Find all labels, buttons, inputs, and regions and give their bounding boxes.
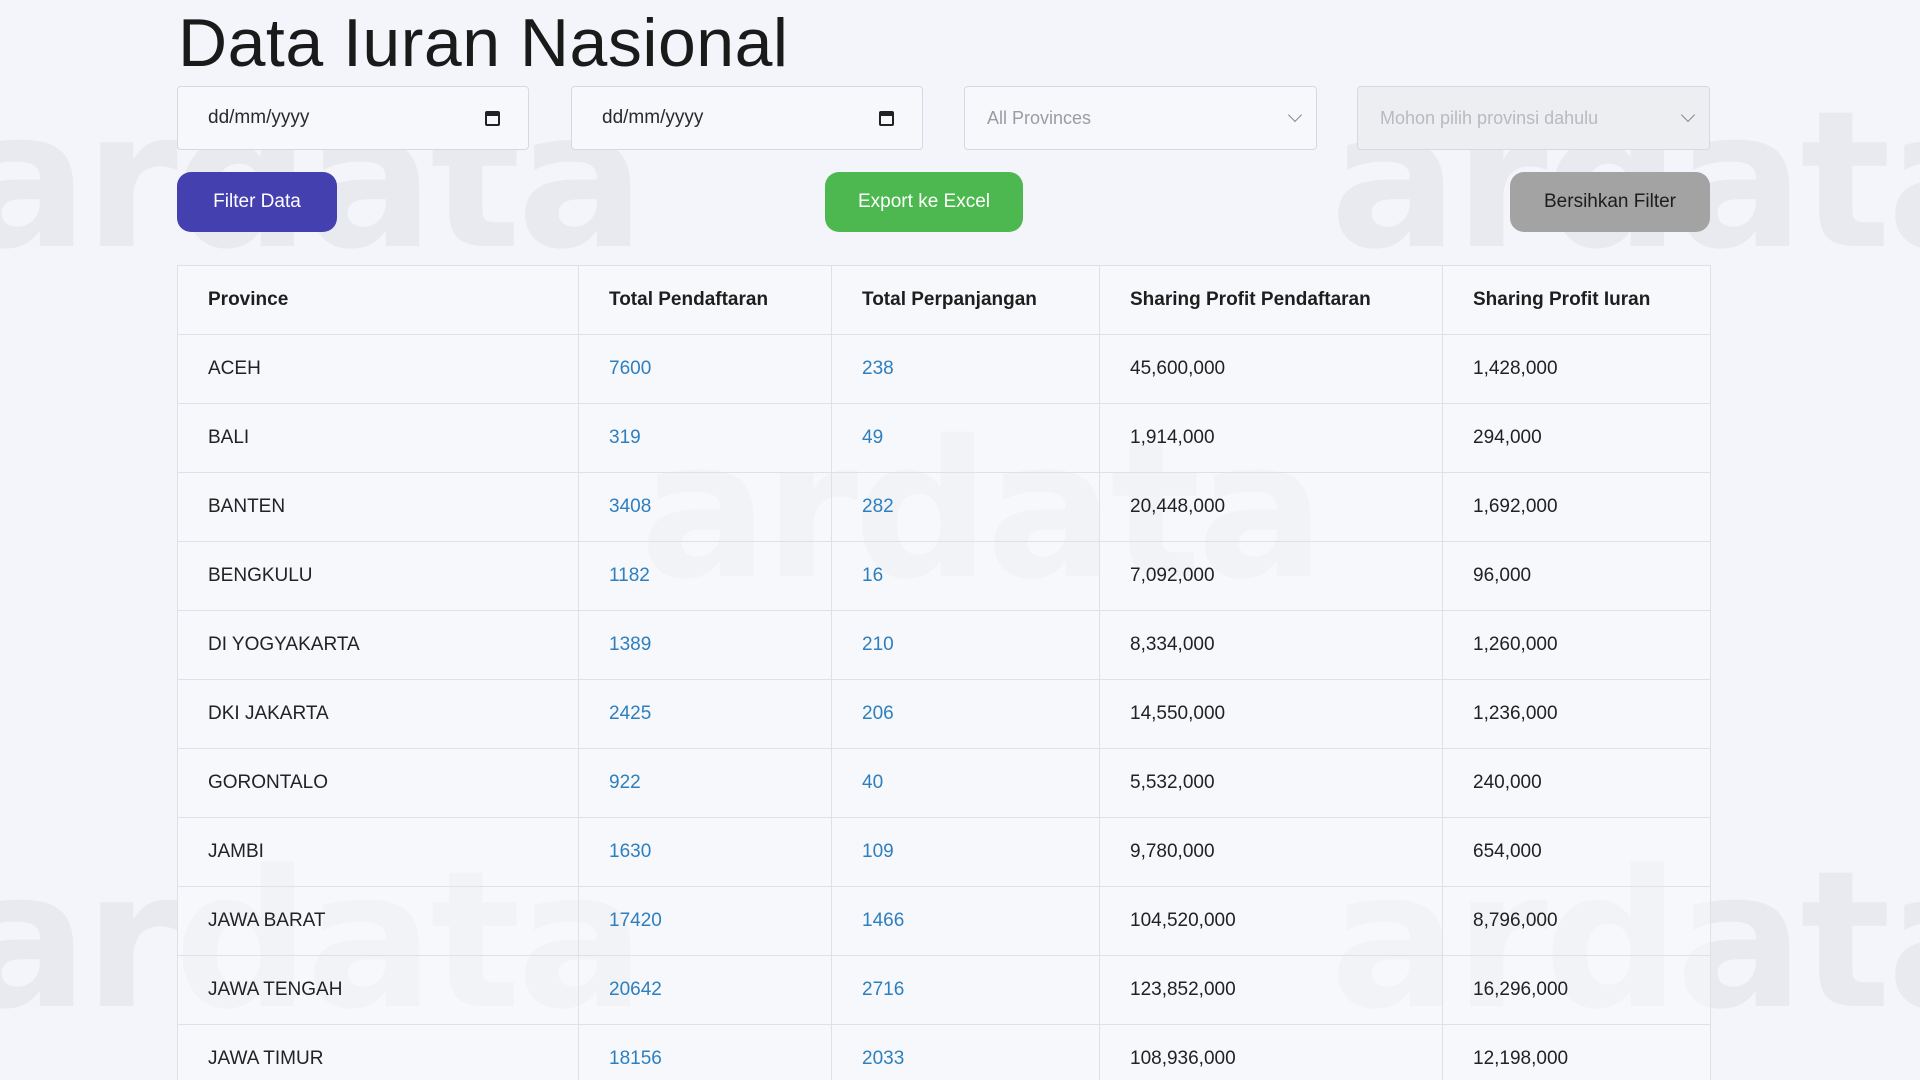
cell-province: JAMBI — [177, 817, 579, 887]
cell-sharing-profit-pendaftaran: 5,532,000 — [1099, 748, 1443, 818]
end-date-input[interactable]: dd/mm/yyyy — [571, 86, 923, 150]
table-row: JAMBI 1630 109 9,780,000 654,000 — [177, 817, 1711, 887]
cell-total-perpanjangan-link[interactable]: 206 — [831, 679, 1100, 749]
cell-sharing-profit-pendaftaran: 108,936,000 — [1099, 1024, 1443, 1080]
cell-province: JAWA TIMUR — [177, 1024, 579, 1080]
cell-sharing-profit-iuran: 1,260,000 — [1442, 610, 1711, 680]
cell-total-perpanjangan-link[interactable]: 1466 — [831, 886, 1100, 956]
chevron-down-icon — [1680, 107, 1696, 123]
cell-sharing-profit-pendaftaran: 20,448,000 — [1099, 472, 1443, 542]
end-date-placeholder: dd/mm/yyyy — [602, 107, 704, 128]
table-row: ACEH 7600 238 45,600,000 1,428,000 — [177, 334, 1711, 404]
cell-total-pendaftaran-link[interactable]: 2425 — [578, 679, 832, 749]
cell-sharing-profit-iuran: 240,000 — [1442, 748, 1711, 818]
start-date-placeholder: dd/mm/yyyy — [208, 107, 310, 128]
cell-total-perpanjangan-link[interactable]: 109 — [831, 817, 1100, 887]
table-row: BENGKULU 1182 16 7,092,000 96,000 — [177, 541, 1711, 611]
table-row: DI YOGYAKARTA 1389 210 8,334,000 1,260,0… — [177, 610, 1711, 680]
cell-total-pendaftaran-link[interactable]: 1630 — [578, 817, 832, 887]
cell-sharing-profit-iuran: 96,000 — [1442, 541, 1711, 611]
data-table: Province Total Pendaftaran Total Perpanj… — [177, 265, 1711, 1080]
cell-total-pendaftaran-link[interactable]: 3408 — [578, 472, 832, 542]
cell-sharing-profit-iuran: 12,198,000 — [1442, 1024, 1711, 1080]
cell-total-perpanjangan-link[interactable]: 2716 — [831, 955, 1100, 1025]
table-row: JAWA BARAT 17420 1466 104,520,000 8,796,… — [177, 886, 1711, 956]
cell-total-pendaftaran-link[interactable]: 18156 — [578, 1024, 832, 1080]
cell-sharing-profit-pendaftaran: 123,852,000 — [1099, 955, 1443, 1025]
cell-province: BALI — [177, 403, 579, 473]
cell-sharing-profit-iuran: 1,428,000 — [1442, 334, 1711, 404]
cell-total-pendaftaran-link[interactable]: 7600 — [578, 334, 832, 404]
page-title: Data Iuran Nasional — [178, 5, 789, 81]
cell-province: JAWA TENGAH — [177, 955, 579, 1025]
cell-province: BENGKULU — [177, 541, 579, 611]
export-excel-button[interactable]: Export ke Excel — [825, 172, 1023, 232]
table-header-row: Province Total Pendaftaran Total Perpanj… — [177, 265, 1711, 335]
table-row: JAWA TENGAH 20642 2716 123,852,000 16,29… — [177, 955, 1711, 1025]
cell-sharing-profit-pendaftaran: 8,334,000 — [1099, 610, 1443, 680]
cell-sharing-profit-pendaftaran: 9,780,000 — [1099, 817, 1443, 887]
cell-sharing-profit-iuran: 8,796,000 — [1442, 886, 1711, 956]
cell-sharing-profit-pendaftaran: 14,550,000 — [1099, 679, 1443, 749]
table-row: GORONTALO 922 40 5,532,000 240,000 — [177, 748, 1711, 818]
chevron-down-icon — [1287, 107, 1303, 123]
cell-total-perpanjangan-link[interactable]: 49 — [831, 403, 1100, 473]
header-total-pendaftaran: Total Pendaftaran — [578, 265, 832, 335]
cell-total-perpanjangan-link[interactable]: 282 — [831, 472, 1100, 542]
cell-province: ACEH — [177, 334, 579, 404]
calendar-icon[interactable] — [879, 110, 894, 126]
cell-total-pendaftaran-link[interactable]: 1389 — [578, 610, 832, 680]
cell-total-pendaftaran-link[interactable]: 922 — [578, 748, 832, 818]
cell-sharing-profit-pendaftaran: 45,600,000 — [1099, 334, 1443, 404]
cell-province: GORONTALO — [177, 748, 579, 818]
cell-total-perpanjangan-link[interactable]: 210 — [831, 610, 1100, 680]
table-row: JAWA TIMUR 18156 2033 108,936,000 12,198… — [177, 1024, 1711, 1080]
filter-data-button[interactable]: Filter Data — [177, 172, 337, 232]
header-sharing-profit-iuran: Sharing Profit Iuran — [1442, 265, 1711, 335]
cell-sharing-profit-pendaftaran: 1,914,000 — [1099, 403, 1443, 473]
cell-sharing-profit-iuran: 654,000 — [1442, 817, 1711, 887]
header-sharing-profit-pendaftaran: Sharing Profit Pendaftaran — [1099, 265, 1443, 335]
cell-sharing-profit-iuran: 1,236,000 — [1442, 679, 1711, 749]
cell-sharing-profit-iuran: 16,296,000 — [1442, 955, 1711, 1025]
clear-filter-button[interactable]: Bersihkan Filter — [1510, 172, 1710, 232]
cell-sharing-profit-pendaftaran: 104,520,000 — [1099, 886, 1443, 956]
calendar-icon[interactable] — [485, 110, 500, 126]
header-province: Province — [177, 265, 579, 335]
province-select[interactable]: All Provinces — [964, 86, 1317, 150]
start-date-input[interactable]: dd/mm/yyyy — [177, 86, 529, 150]
cell-total-perpanjangan-link[interactable]: 238 — [831, 334, 1100, 404]
cell-province: DKI JAKARTA — [177, 679, 579, 749]
province-select-value: All Provinces — [987, 107, 1092, 128]
table-row: BALI 319 49 1,914,000 294,000 — [177, 403, 1711, 473]
cell-total-pendaftaran-link[interactable]: 17420 — [578, 886, 832, 956]
cell-province: DI YOGYAKARTA — [177, 610, 579, 680]
cell-total-pendaftaran-link[interactable]: 319 — [578, 403, 832, 473]
cell-sharing-profit-iuran: 294,000 — [1442, 403, 1711, 473]
cell-province: JAWA BARAT — [177, 886, 579, 956]
page: Data Iuran Nasional dd/mm/yyyy dd/mm/yyy… — [0, 0, 1920, 1080]
cell-total-perpanjangan-link[interactable]: 2033 — [831, 1024, 1100, 1080]
data-table-container: Province Total Pendaftaran Total Perpanj… — [177, 265, 1711, 1080]
cell-sharing-profit-pendaftaran: 7,092,000 — [1099, 541, 1443, 611]
cell-sharing-profit-iuran: 1,692,000 — [1442, 472, 1711, 542]
header-total-perpanjangan: Total Perpanjangan — [831, 265, 1100, 335]
table-row: DKI JAKARTA 2425 206 14,550,000 1,236,00… — [177, 679, 1711, 749]
table-row: BANTEN 3408 282 20,448,000 1,692,000 — [177, 472, 1711, 542]
cell-total-pendaftaran-link[interactable]: 1182 — [578, 541, 832, 611]
cell-total-perpanjangan-link[interactable]: 40 — [831, 748, 1100, 818]
city-select: Mohon pilih provinsi dahulu — [1357, 86, 1710, 150]
cell-total-perpanjangan-link[interactable]: 16 — [831, 541, 1100, 611]
cell-total-pendaftaran-link[interactable]: 20642 — [578, 955, 832, 1025]
cell-province: BANTEN — [177, 472, 579, 542]
city-select-value: Mohon pilih provinsi dahulu — [1380, 107, 1599, 128]
